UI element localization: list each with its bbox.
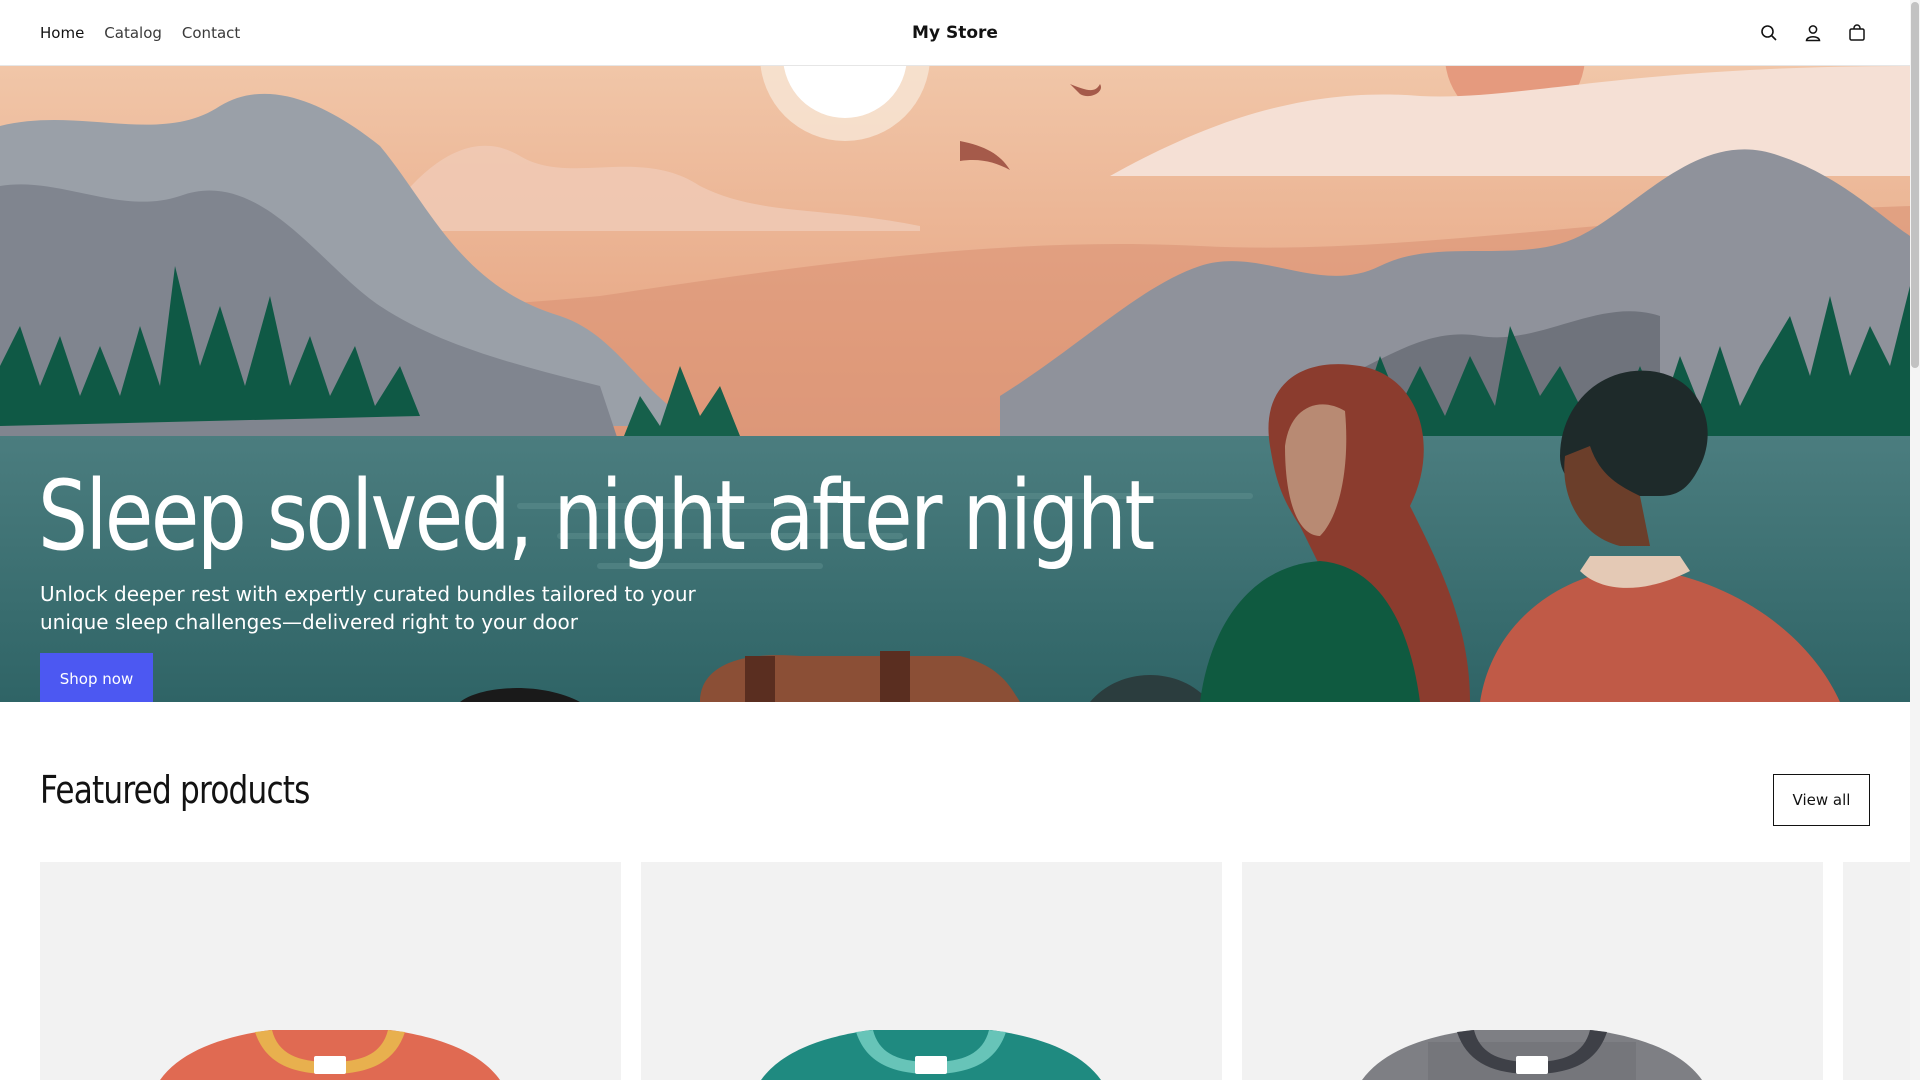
search-icon[interactable] [1756, 20, 1782, 46]
site-header: Home Catalog Contact My Store [0, 0, 1910, 66]
shop-now-button[interactable]: Shop now [40, 653, 153, 702]
nav-contact-link[interactable]: Contact [182, 24, 240, 42]
hero-subtitle: Unlock deeper rest with expertly curated… [40, 582, 696, 634]
product-card[interactable] [1843, 862, 1910, 1080]
view-all-button[interactable]: View all [1773, 774, 1870, 826]
product-card[interactable] [1242, 862, 1823, 1080]
tshirt-image [160, 1030, 500, 1080]
brand-container: My Store [0, 0, 1910, 66]
scrollbar-thumb[interactable] [1911, 2, 1919, 368]
hero-banner: Sleep solved, night after night Unlock d… [0, 66, 1910, 702]
hero-title: Sleep solved, night after night [38, 460, 1155, 573]
product-card[interactable] [641, 862, 1222, 1080]
featured-products-heading: Featured products [40, 768, 310, 812]
nav-home-link[interactable]: Home [40, 24, 84, 42]
tshirt-image [1362, 1030, 1702, 1080]
product-card[interactable] [40, 862, 621, 1080]
cart-icon[interactable] [1844, 20, 1870, 46]
page-scrollbar[interactable] [1910, 0, 1920, 1080]
store-logo[interactable]: My Store [912, 23, 998, 43]
main-nav: Home Catalog Contact [40, 0, 240, 66]
header-icons [1756, 0, 1870, 66]
account-icon[interactable] [1800, 20, 1826, 46]
nav-catalog-link[interactable]: Catalog [104, 24, 162, 42]
tshirt-image [761, 1030, 1101, 1080]
